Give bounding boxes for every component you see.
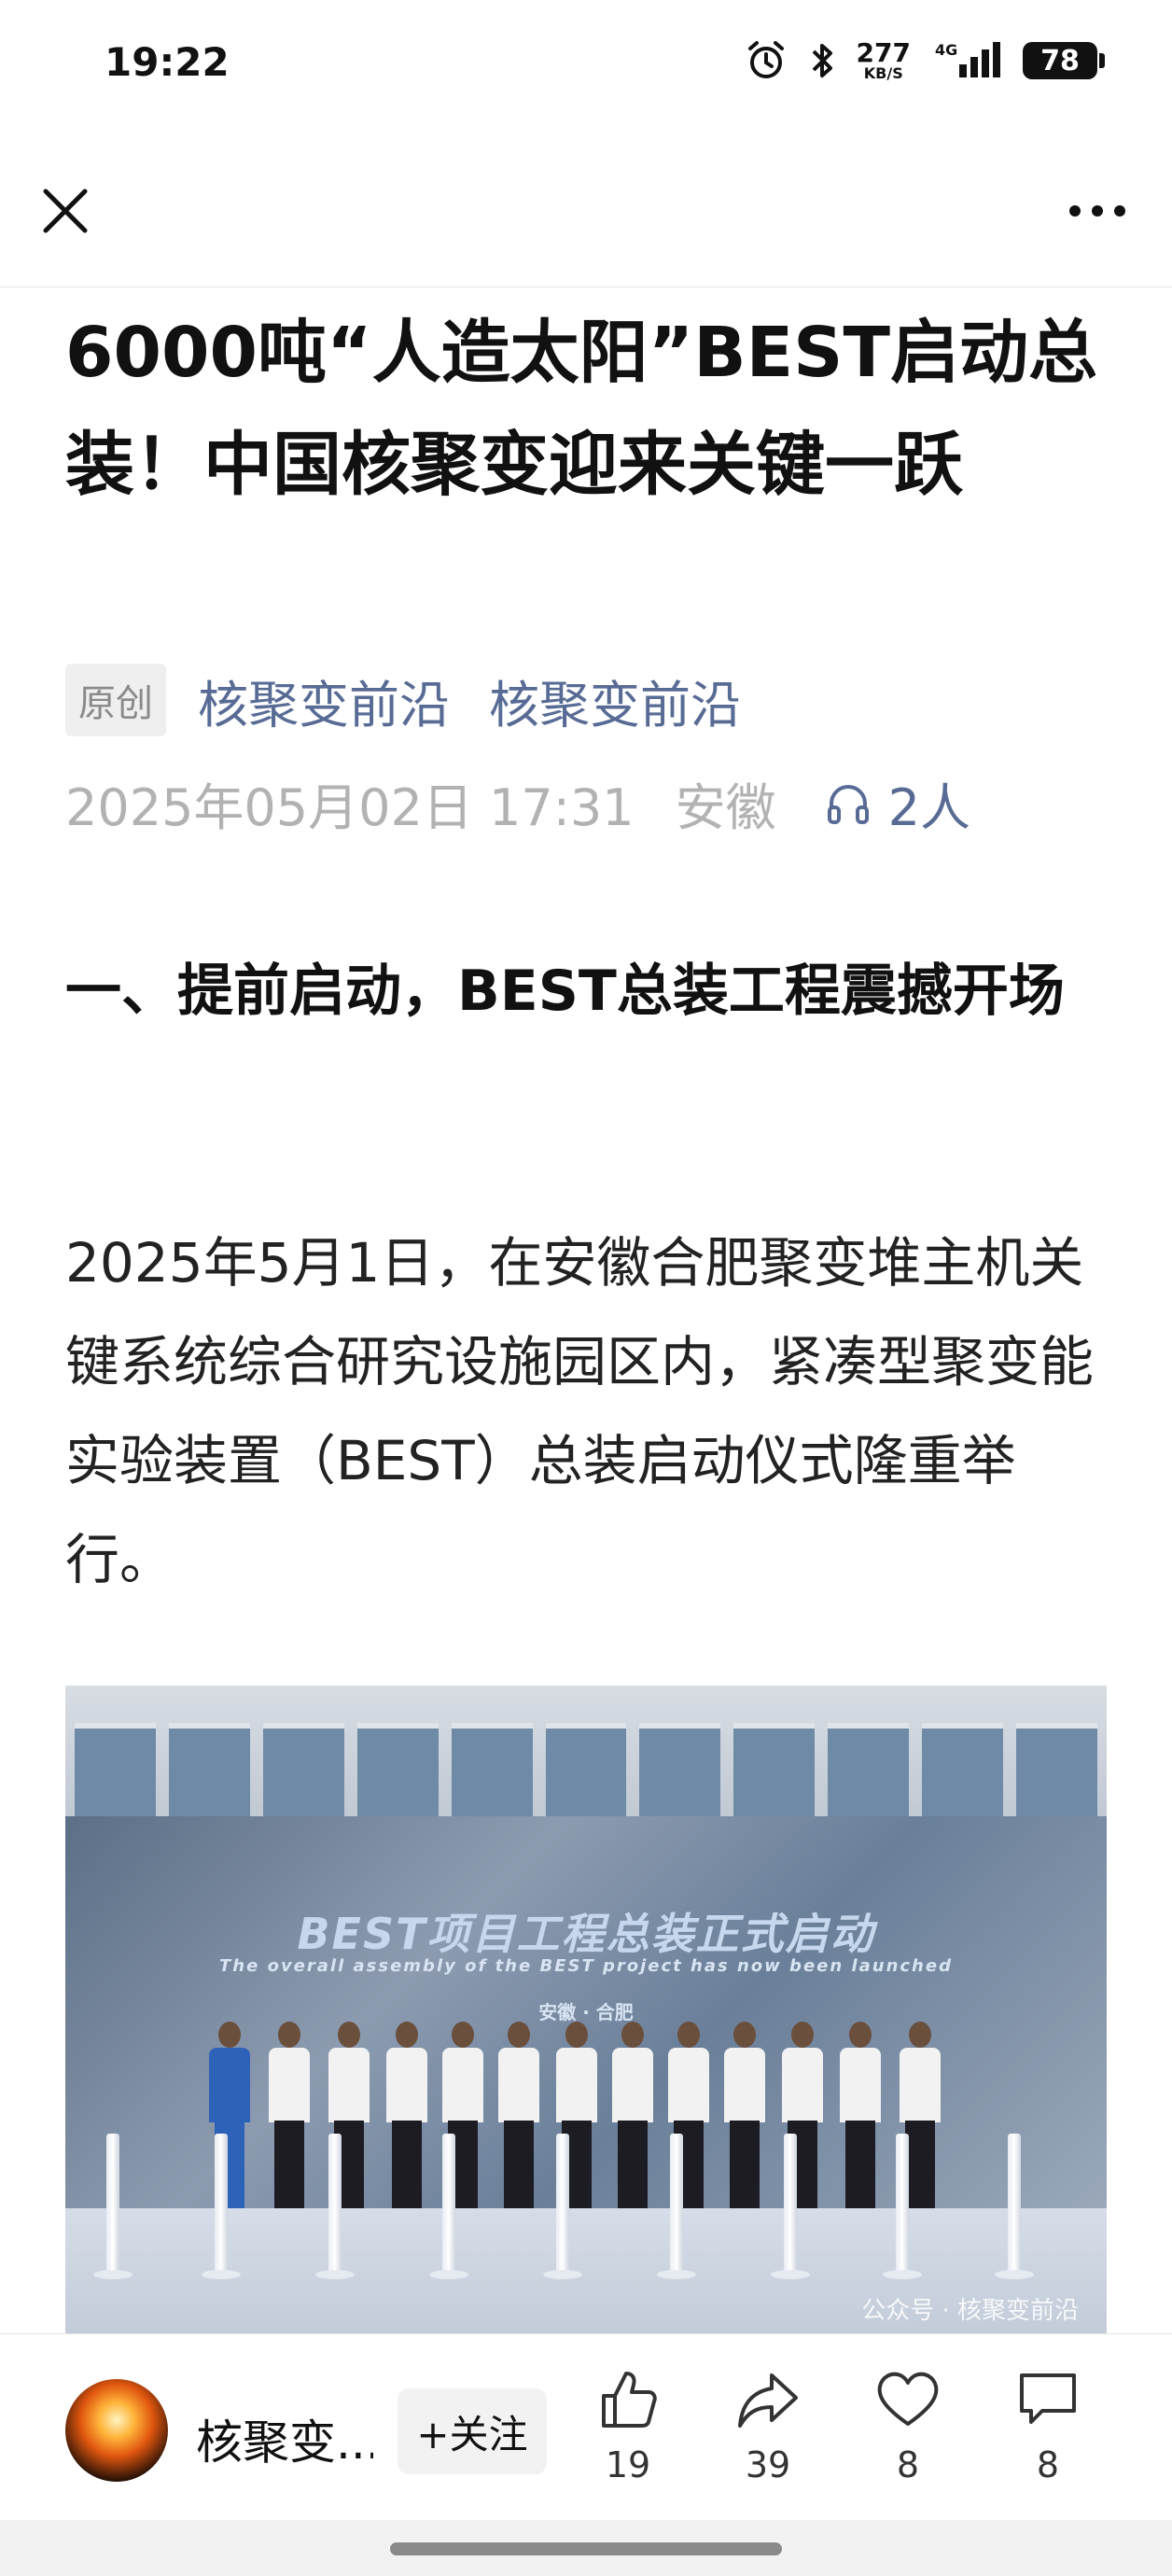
- network-speed-value: 277: [856, 37, 911, 68]
- network-speed: 277 KB/S: [857, 40, 911, 81]
- ceremony-pillar: [429, 2134, 468, 2279]
- like-count: 19: [605, 2444, 651, 2485]
- author-name[interactable]: 核聚变...: [196, 2405, 373, 2472]
- like-button[interactable]: 19: [577, 2366, 679, 2506]
- share-icon: [738, 2373, 798, 2428]
- article-paragraph: 2025年5月1日，在安徽合肥聚变堆主机关键系统综合研究设施园区内，紧凑型聚变能…: [65, 1231, 1095, 1591]
- bluetooth-icon: [812, 44, 832, 77]
- status-icons: 277 KB/S 4G 78: [745, 37, 1105, 84]
- comment-icon: [1020, 2373, 1076, 2424]
- ceremony-pillar: [93, 2134, 133, 2279]
- signal-4g-icon: 4G: [935, 41, 1000, 77]
- screen-subtitle: The overall assembly of the BEST project…: [219, 1956, 953, 1976]
- article-page: 19:22 277 KB/S 4G 78 6000吨“人造太阳”BEST启动总装…: [0, 0, 1172, 2576]
- screen-title: BEST项目工程总装正式启动: [297, 1909, 875, 1959]
- account-link[interactable]: 核聚变前沿: [489, 664, 741, 737]
- headphones-icon: [827, 785, 869, 824]
- ceremony-pillar: [657, 2134, 696, 2279]
- person-figure: [720, 2022, 769, 2208]
- person-figure: [836, 2022, 885, 2208]
- alarm-icon: [747, 41, 784, 78]
- author-avatar[interactable]: [65, 2379, 168, 2482]
- ceremony-pillar: [543, 2134, 582, 2279]
- battery-indicator: 78: [1023, 42, 1105, 79]
- building-windows: [65, 1723, 1107, 1816]
- comment-button[interactable]: 8: [997, 2366, 1099, 2506]
- share-button[interactable]: 39: [717, 2366, 819, 2506]
- ceremony-pillar: [315, 2134, 355, 2279]
- comment-count: 8: [1036, 2444, 1060, 2485]
- top-nav: [0, 131, 1172, 287]
- home-indicator: [0, 2520, 1172, 2576]
- status-time: 19:22: [105, 39, 230, 85]
- favorite-count: 8: [896, 2444, 920, 2485]
- article-meta: 原创 核聚变前沿 核聚变前沿: [65, 663, 780, 737]
- photo-watermark: 公众号 · 核聚变前沿: [861, 2297, 1079, 2325]
- person-figure: [265, 2022, 314, 2208]
- ceremony-pillar: [883, 2134, 922, 2279]
- person-figure: [608, 2022, 657, 2208]
- article-title: 6000吨“人造太阳”BEST启动总装！中国核聚变迎来关键一跃: [65, 313, 1097, 505]
- person-figure: [495, 2022, 543, 2208]
- network-speed-unit: KB/S: [863, 64, 903, 82]
- home-indicator-bar[interactable]: [390, 2542, 782, 2555]
- more-icon: [1069, 205, 1125, 217]
- listeners-button[interactable]: 2人: [825, 766, 970, 840]
- author-link[interactable]: 核聚变前沿: [198, 664, 450, 737]
- ceremony-pillar: [995, 2134, 1034, 2279]
- publish-date: 2025年05月02日 17:31: [65, 777, 635, 837]
- person-figure: [383, 2022, 431, 2208]
- close-icon: [43, 189, 88, 233]
- thumbs-up-icon: [602, 2372, 657, 2428]
- close-button[interactable]: [32, 177, 99, 245]
- follow-button[interactable]: +关注: [398, 2388, 547, 2474]
- more-button[interactable]: [1060, 177, 1135, 245]
- svg-text:4G: 4G: [935, 41, 957, 59]
- status-bar: 19:22 277 KB/S 4G 78: [0, 0, 1172, 131]
- ceremony-pillar: [771, 2134, 810, 2279]
- heart-icon: [877, 2372, 939, 2426]
- section-heading: 一、提前启动，BEST总装工程震撼开场: [65, 959, 1065, 1024]
- ceremony-pillar: [202, 2134, 241, 2279]
- publish-info: 2025年05月02日 17:31 安徽 2人: [65, 765, 970, 840]
- screen-location: 安徽 · 合肥: [538, 2001, 634, 2023]
- article-photo[interactable]: BEST项目工程总装正式启动 The overall assembly of t…: [65, 1686, 1107, 2333]
- publish-location: 安徽: [675, 777, 776, 837]
- person-figure: [205, 2022, 254, 2208]
- original-badge: 原创: [65, 664, 166, 736]
- bottom-action-bar: 核聚变... +关注 19 39 8 8: [0, 2333, 1172, 2520]
- share-count: 39: [745, 2444, 791, 2485]
- favorite-button[interactable]: 8: [857, 2366, 959, 2506]
- listeners-count: 2人: [887, 777, 970, 837]
